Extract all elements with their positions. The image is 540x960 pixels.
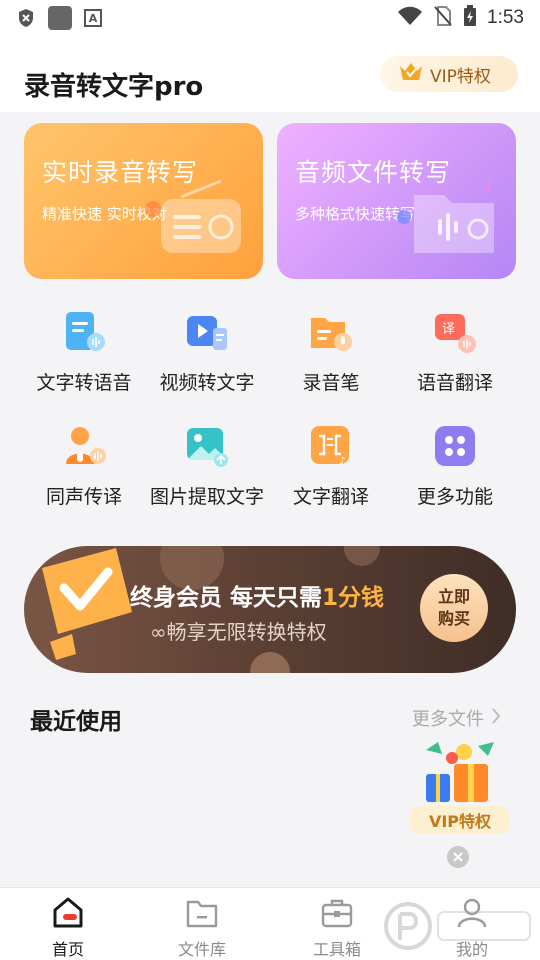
tool-text-to-speech[interactable]: 文字转语音 xyxy=(19,310,149,395)
crown-icon xyxy=(398,61,424,87)
folder-icon xyxy=(185,896,219,930)
status-bar: A 1:53 xyxy=(0,0,540,36)
tool-text-translate[interactable]: ♪ 文字翻译 xyxy=(266,424,396,509)
battery-charging-icon xyxy=(463,5,477,31)
wifi-icon xyxy=(397,6,423,30)
chevron-right-icon[interactable] xyxy=(490,706,502,730)
promo-subtitle: ∞畅享无限转换特权 xyxy=(150,620,327,644)
svg-text:译: 译 xyxy=(442,322,455,337)
tool-voice-translate[interactable]: 译 语音翻译 xyxy=(390,310,520,395)
more-files-link[interactable]: 更多文件 xyxy=(412,705,484,731)
tab-home[interactable]: 首页 xyxy=(8,896,128,960)
tool-label: 语音翻译 xyxy=(416,372,493,394)
tool-label: 文字翻译 xyxy=(292,486,369,508)
no-sim-icon xyxy=(433,5,453,31)
tool-label: 图片提取文字 xyxy=(149,486,264,508)
tab-files[interactable]: 文件库 xyxy=(142,896,262,960)
radio-icon xyxy=(141,177,251,261)
vip-privilege-button[interactable]: VIP特权 xyxy=(380,56,518,92)
buy-now-button[interactable]: 立即 购买 xyxy=(420,574,488,642)
tab-label: 工具箱 xyxy=(312,940,361,959)
svg-text:♪: ♪ xyxy=(339,456,345,467)
lifetime-member-banner[interactable]: 终身会员 每天只需1分钱 ∞畅享无限转换特权 立即 购买 xyxy=(24,546,516,673)
tab-label: 首页 xyxy=(51,940,84,959)
app-header: 录音转文字pro VIP特权 xyxy=(0,36,540,112)
image-text-icon xyxy=(185,424,229,468)
decor-bubble xyxy=(250,652,290,673)
tool-label: 文字转语音 xyxy=(36,372,132,394)
clock-time: 1:53 xyxy=(487,7,524,28)
voice-translate-icon: 译 xyxy=(433,310,477,354)
tool-label: 更多功能 xyxy=(416,486,493,508)
promo-price: 1分钱 xyxy=(322,585,385,611)
toolbox-icon xyxy=(320,896,354,930)
more-grid-icon xyxy=(433,424,477,468)
tool-label: 录音笔 xyxy=(302,372,360,394)
video-to-text-icon xyxy=(185,310,229,354)
page-title: 录音转文字pro xyxy=(24,72,204,102)
tool-more-functions[interactable]: 更多功能 xyxy=(390,424,520,509)
promo-headline-text: 终身会员 每天只需 xyxy=(130,585,323,611)
close-icon[interactable] xyxy=(447,846,469,868)
check-badge-icon xyxy=(28,546,138,673)
gift-box-icon xyxy=(408,740,512,806)
text-to-speech-icon xyxy=(62,310,106,354)
shield-icon xyxy=(16,8,36,28)
buy-now-line2: 购买 xyxy=(437,609,470,628)
app-square-icon xyxy=(48,6,72,30)
vip-badge-label: VIP特权 xyxy=(430,66,491,87)
recent-section-title: 最近使用 xyxy=(30,709,122,735)
tab-toolbox[interactable]: 工具箱 xyxy=(277,896,397,960)
recorder-icon xyxy=(309,310,353,354)
tool-label: 视频转文字 xyxy=(159,372,255,394)
decor-bubble xyxy=(344,546,380,566)
home-icon xyxy=(51,896,85,930)
tool-video-to-text[interactable]: 视频转文字 xyxy=(142,310,272,395)
watermark-logo xyxy=(380,898,540,954)
vip-floating-widget[interactable]: VIP特权 xyxy=(408,740,512,834)
music-folder-icon: ♪ xyxy=(394,176,504,261)
text-a-icon: A xyxy=(84,9,102,27)
buy-now-line1: 立即 xyxy=(437,587,470,606)
realtime-transcribe-card[interactable]: 实时录音转写 精准快速 实时校对 xyxy=(24,123,263,279)
audio-file-transcribe-card[interactable]: 音频文件转写 多种格式快速转写 ♪ xyxy=(277,123,516,279)
tool-image-text[interactable]: 图片提取文字 xyxy=(142,424,272,509)
svg-text:♪: ♪ xyxy=(484,177,494,195)
interpreter-icon xyxy=(62,424,106,468)
promo-headline: 终身会员 每天只需1分钱 xyxy=(130,578,384,612)
tab-label: 文件库 xyxy=(177,940,226,959)
tool-label: 同声传译 xyxy=(45,486,122,508)
tool-interpreter[interactable]: 同声传译 xyxy=(19,424,149,509)
tool-recorder[interactable]: 录音笔 xyxy=(266,310,396,395)
text-translate-icon: ♪ xyxy=(309,424,353,468)
vip-float-label: VIP特权 xyxy=(410,806,510,834)
